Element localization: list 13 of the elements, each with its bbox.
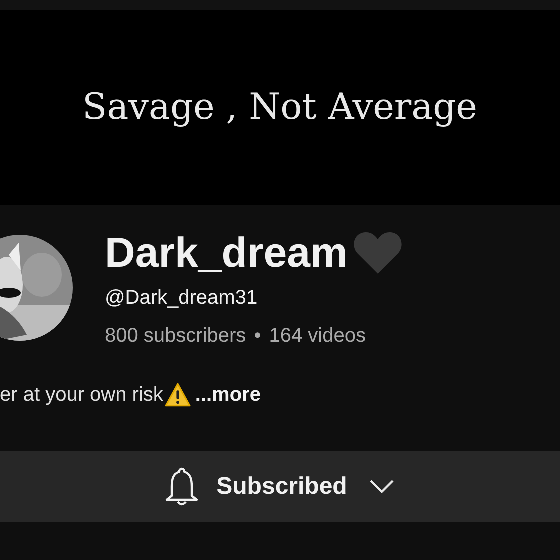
more-link[interactable]: ...more [195,381,261,409]
channel-name: Dark_dream [105,228,348,278]
channel-handle: @Dark_dream31 [105,286,259,311]
banner-text: Savage , Not Average [82,87,478,128]
bell-icon [164,466,199,506]
chevron-down-icon [369,478,396,494]
subscriber-count: 800 subscribers [105,324,246,349]
warning-icon [165,383,192,407]
separator-dot: • [254,324,262,349]
subscribe-button[interactable]: Subscribed [0,451,560,522]
video-count: 164 videos [269,324,366,349]
heart-icon [352,230,404,276]
channel-description: er at your own risk [0,383,164,408]
